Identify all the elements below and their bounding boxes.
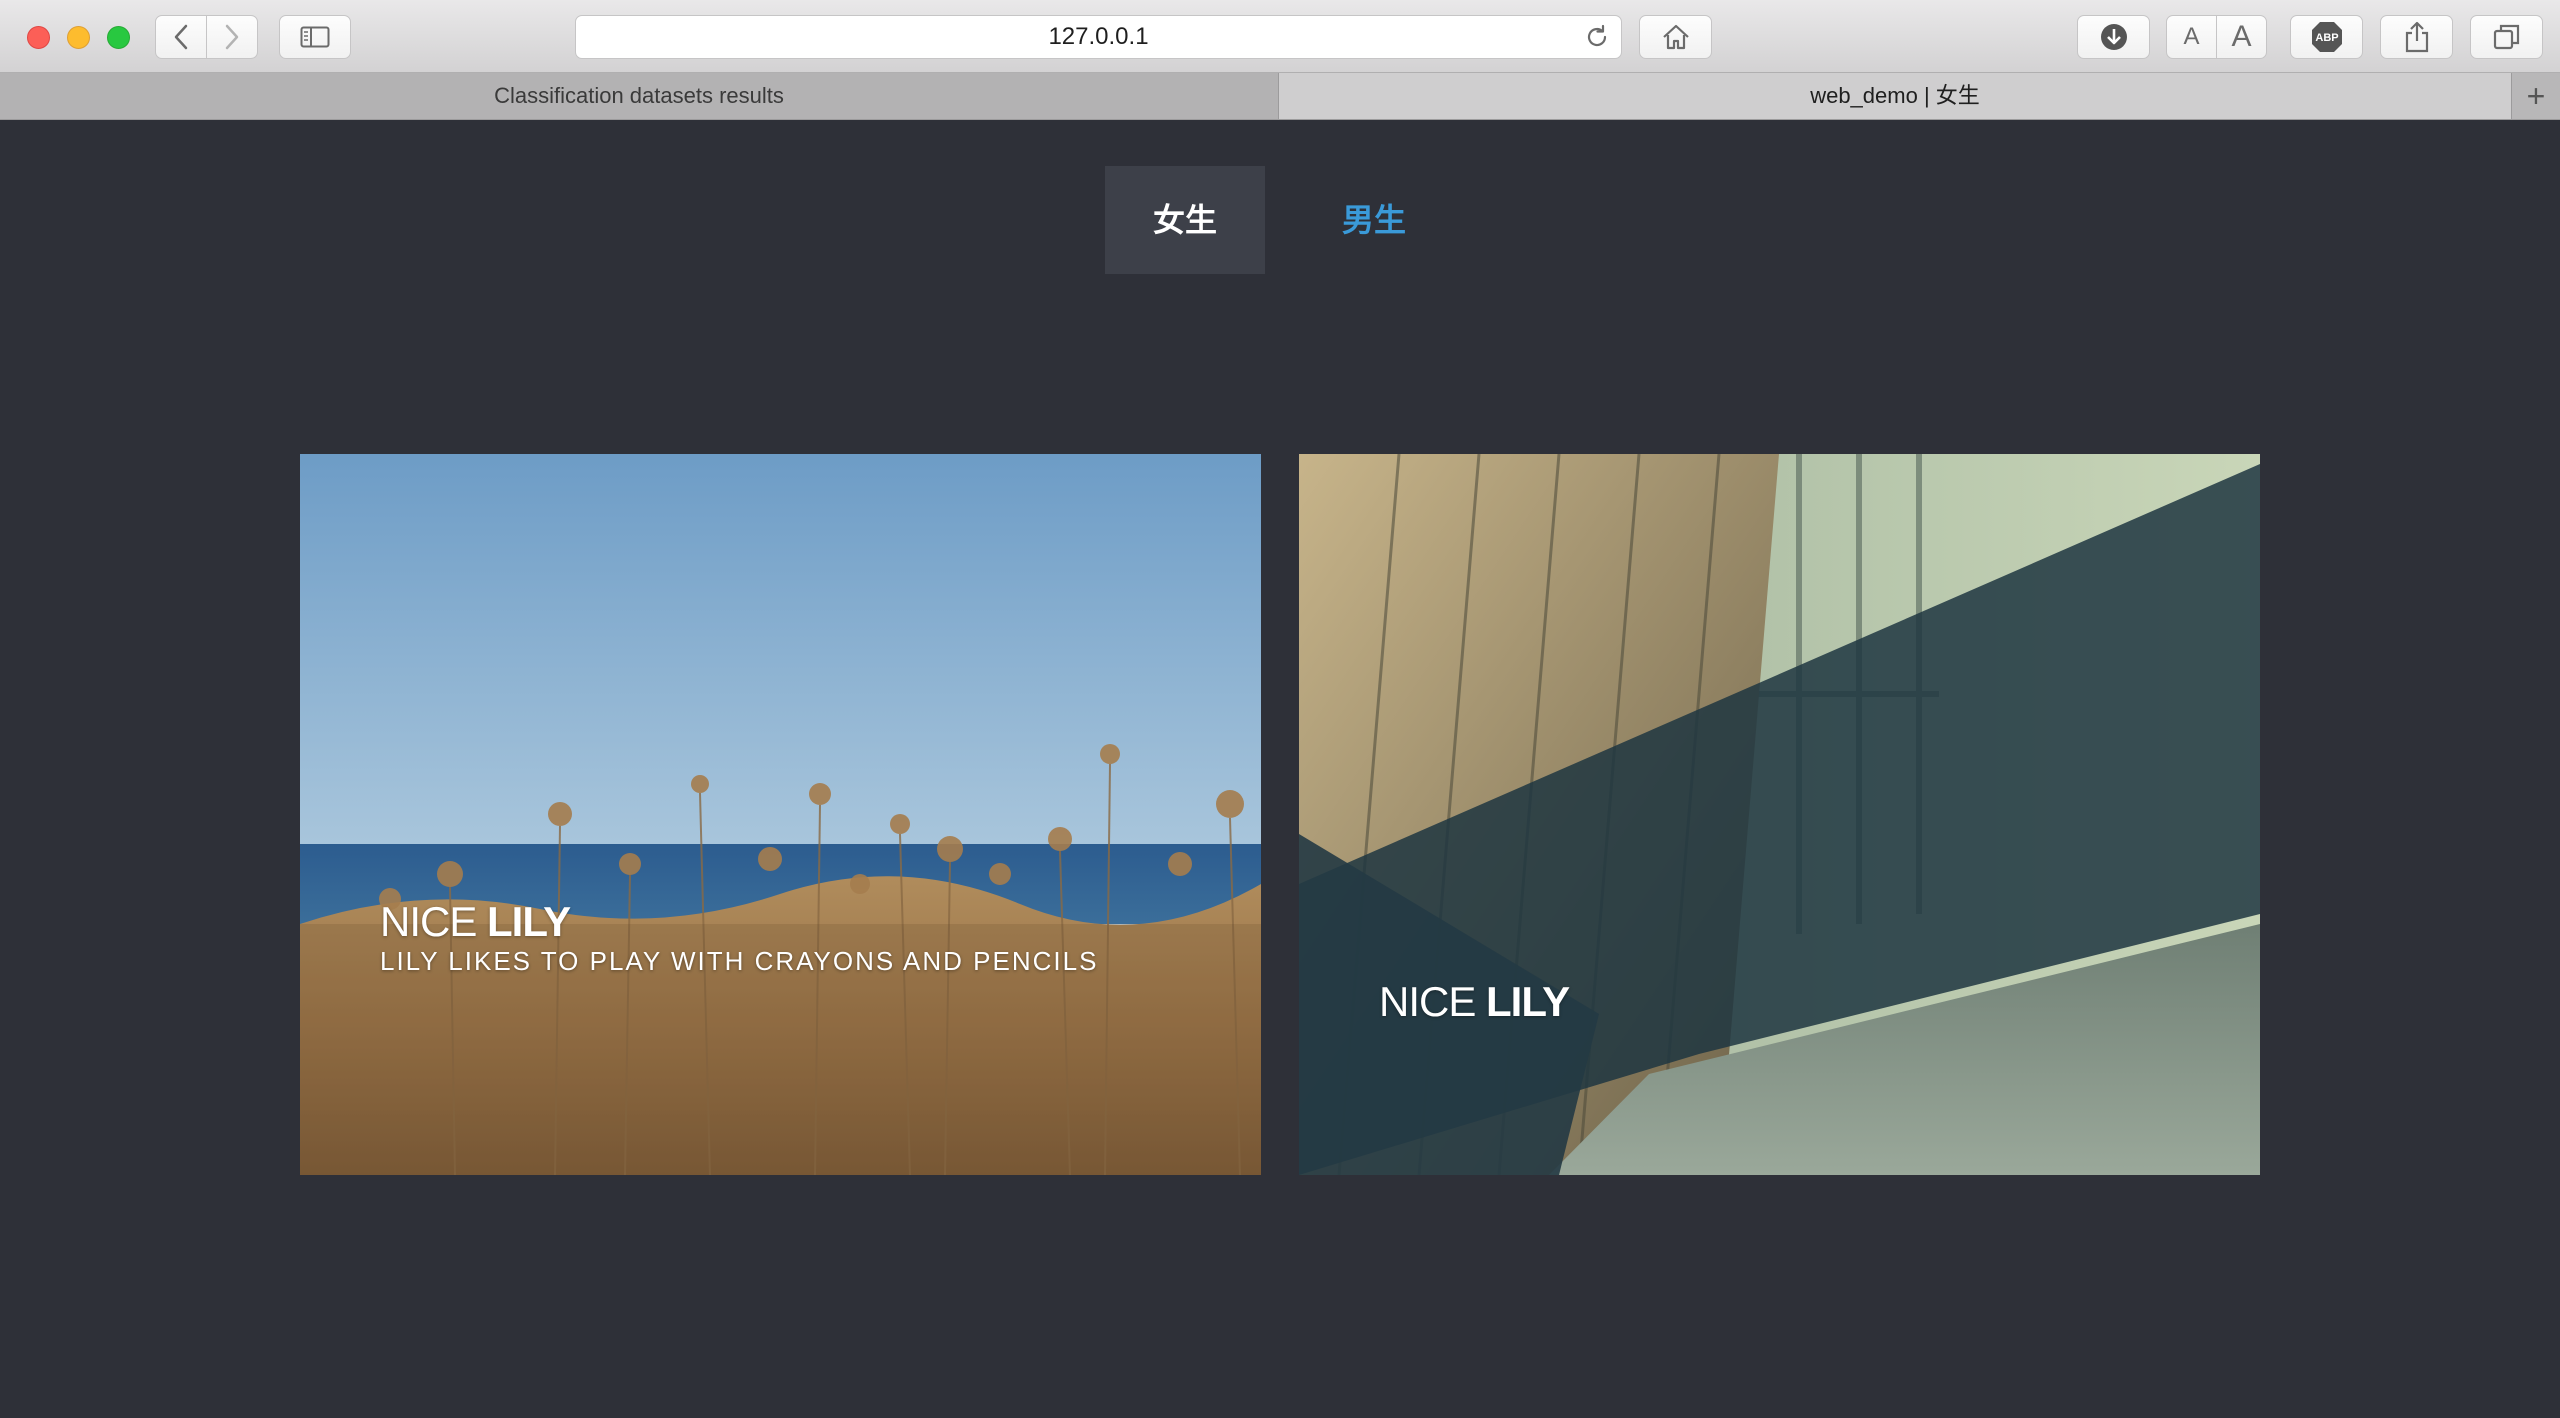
download-icon [2100, 24, 2127, 50]
home-button[interactable] [1639, 15, 1712, 59]
text-size-buttons: A A [2166, 15, 2267, 59]
tab-overview-button[interactable] [2470, 15, 2543, 59]
gender-nav: 女生 男生 [0, 120, 2560, 274]
card-title-light: NICE [1379, 978, 1476, 1025]
downloads-button[interactable] [2077, 15, 2150, 59]
tab-female[interactable]: 女生 [1105, 166, 1265, 274]
address-url: 127.0.0.1 [1048, 23, 1149, 50]
card-title-bold: LILY [1486, 978, 1570, 1025]
adblock-button[interactable]: ABP [2290, 15, 2363, 59]
reload-icon[interactable] [1583, 23, 1611, 51]
increase-text-size-button[interactable]: A [2216, 15, 2267, 59]
card-image-chairs [1299, 454, 2260, 1175]
page-content: 女生 男生 NICE LILY LILY LIKES TO PLAY WITH … [0, 120, 2560, 1418]
card-title: NICE LILY [1379, 978, 1570, 1026]
svg-text:ABP: ABP [2315, 32, 2338, 44]
tab-web-demo[interactable]: web_demo | 女生 [1279, 73, 2512, 119]
forward-button[interactable] [206, 15, 258, 59]
tab-overview-icon [2493, 24, 2519, 50]
decrease-text-size-button[interactable]: A [2166, 15, 2217, 59]
gallery-card[interactable]: NICE LILY [1299, 454, 2260, 1175]
minimize-window-button[interactable] [67, 26, 90, 49]
sidebar-button[interactable] [279, 15, 351, 59]
chevron-right-icon [225, 24, 239, 50]
home-icon [1662, 24, 1689, 50]
chevron-left-icon [174, 24, 188, 50]
new-tab-button[interactable]: + [2512, 73, 2560, 119]
adblock-icon: ABP [2311, 22, 2342, 52]
zoom-window-button[interactable] [107, 26, 130, 49]
card-caption: NICE LILY LILY LIKES TO PLAY WITH CRAYON… [380, 898, 1098, 976]
card-title-light: NICE [380, 898, 477, 945]
card-caption: NICE LILY [1379, 978, 1570, 1026]
card-title-bold: LILY [487, 898, 571, 945]
gallery-card[interactable]: NICE LILY LILY LIKES TO PLAY WITH CRAYON… [300, 454, 1261, 1175]
address-bar[interactable]: 127.0.0.1 [575, 15, 1622, 59]
sidebar-icon [300, 26, 330, 48]
back-button[interactable] [155, 15, 207, 59]
browser-window: 127.0.0.1 A A ABP Classification dataset… [0, 0, 2560, 1418]
card-subtitle: LILY LIKES TO PLAY WITH CRAYONS AND PENC… [380, 946, 1099, 976]
card-title: NICE LILY [380, 898, 1098, 946]
browser-toolbar: 127.0.0.1 A A ABP [0, 0, 2560, 73]
share-button[interactable] [2380, 15, 2453, 59]
share-icon [2405, 21, 2428, 53]
close-window-button[interactable] [27, 26, 50, 49]
navigation-buttons [155, 15, 259, 59]
tab-male[interactable]: 男生 [1294, 166, 1454, 274]
tab-bar: Classification datasets results web_demo… [0, 73, 2560, 120]
tab-classification-datasets[interactable]: Classification datasets results [0, 73, 1279, 119]
card-image-field [300, 454, 1261, 1175]
